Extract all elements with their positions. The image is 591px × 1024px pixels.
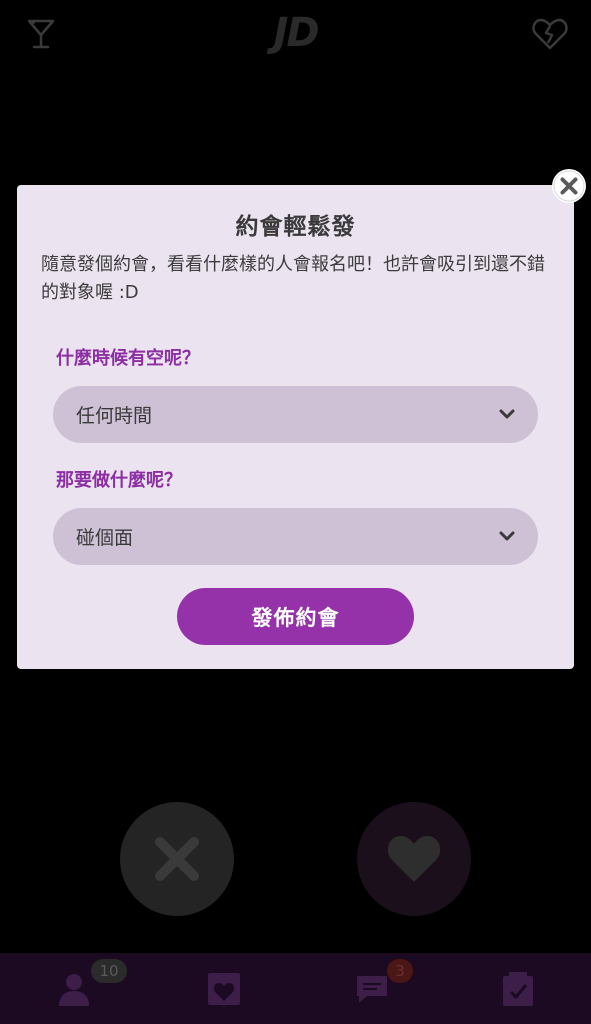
close-button[interactable] — [552, 169, 586, 203]
broken-heart-icon[interactable] — [530, 14, 570, 54]
time-select[interactable]: 任何時間 — [53, 386, 538, 443]
chevron-down-icon — [499, 409, 515, 419]
app-logo: JD — [273, 10, 319, 56]
reject-button[interactable] — [120, 802, 234, 916]
dialog-description: 隨意發個約會，看看什麼樣的人會報名吧！也許會吸引到還不錯的對象喔 :D — [41, 254, 545, 303]
top-bar: JD — [0, 0, 591, 80]
user-icon — [59, 974, 89, 1006]
heart-icon — [387, 836, 441, 882]
nav-dates[interactable] — [488, 961, 548, 1017]
time-select-value: 任何時間 — [76, 405, 153, 427]
time-label: 什麼時候有空呢？ — [56, 348, 200, 369]
activity-select-value: 碰個面 — [76, 527, 134, 549]
chevron-down-icon — [499, 531, 515, 541]
nav-matches[interactable] — [194, 961, 254, 1017]
close-icon — [553, 170, 585, 202]
profile-badge: 10 — [91, 959, 127, 983]
heart-card-icon — [208, 973, 240, 1005]
activity-label: 那要做什麼呢？ — [56, 470, 182, 491]
chat-icon — [357, 976, 387, 1003]
bottom-nav — [0, 953, 591, 1024]
post-date-dialog: 約會輕鬆發 隨意發個約會，看看什麼樣的人會報名吧！也許會吸引到還不錯的對象喔 :… — [17, 185, 574, 669]
chat-badge: 3 — [387, 959, 413, 983]
dialog-title: 約會輕鬆發 — [235, 214, 356, 240]
calendar-check-icon — [503, 972, 533, 1006]
x-icon — [155, 837, 199, 881]
post-date-button[interactable]: 發佈約會 — [177, 588, 414, 645]
like-button[interactable] — [357, 802, 471, 916]
activity-select[interactable]: 碰個面 — [53, 508, 538, 565]
